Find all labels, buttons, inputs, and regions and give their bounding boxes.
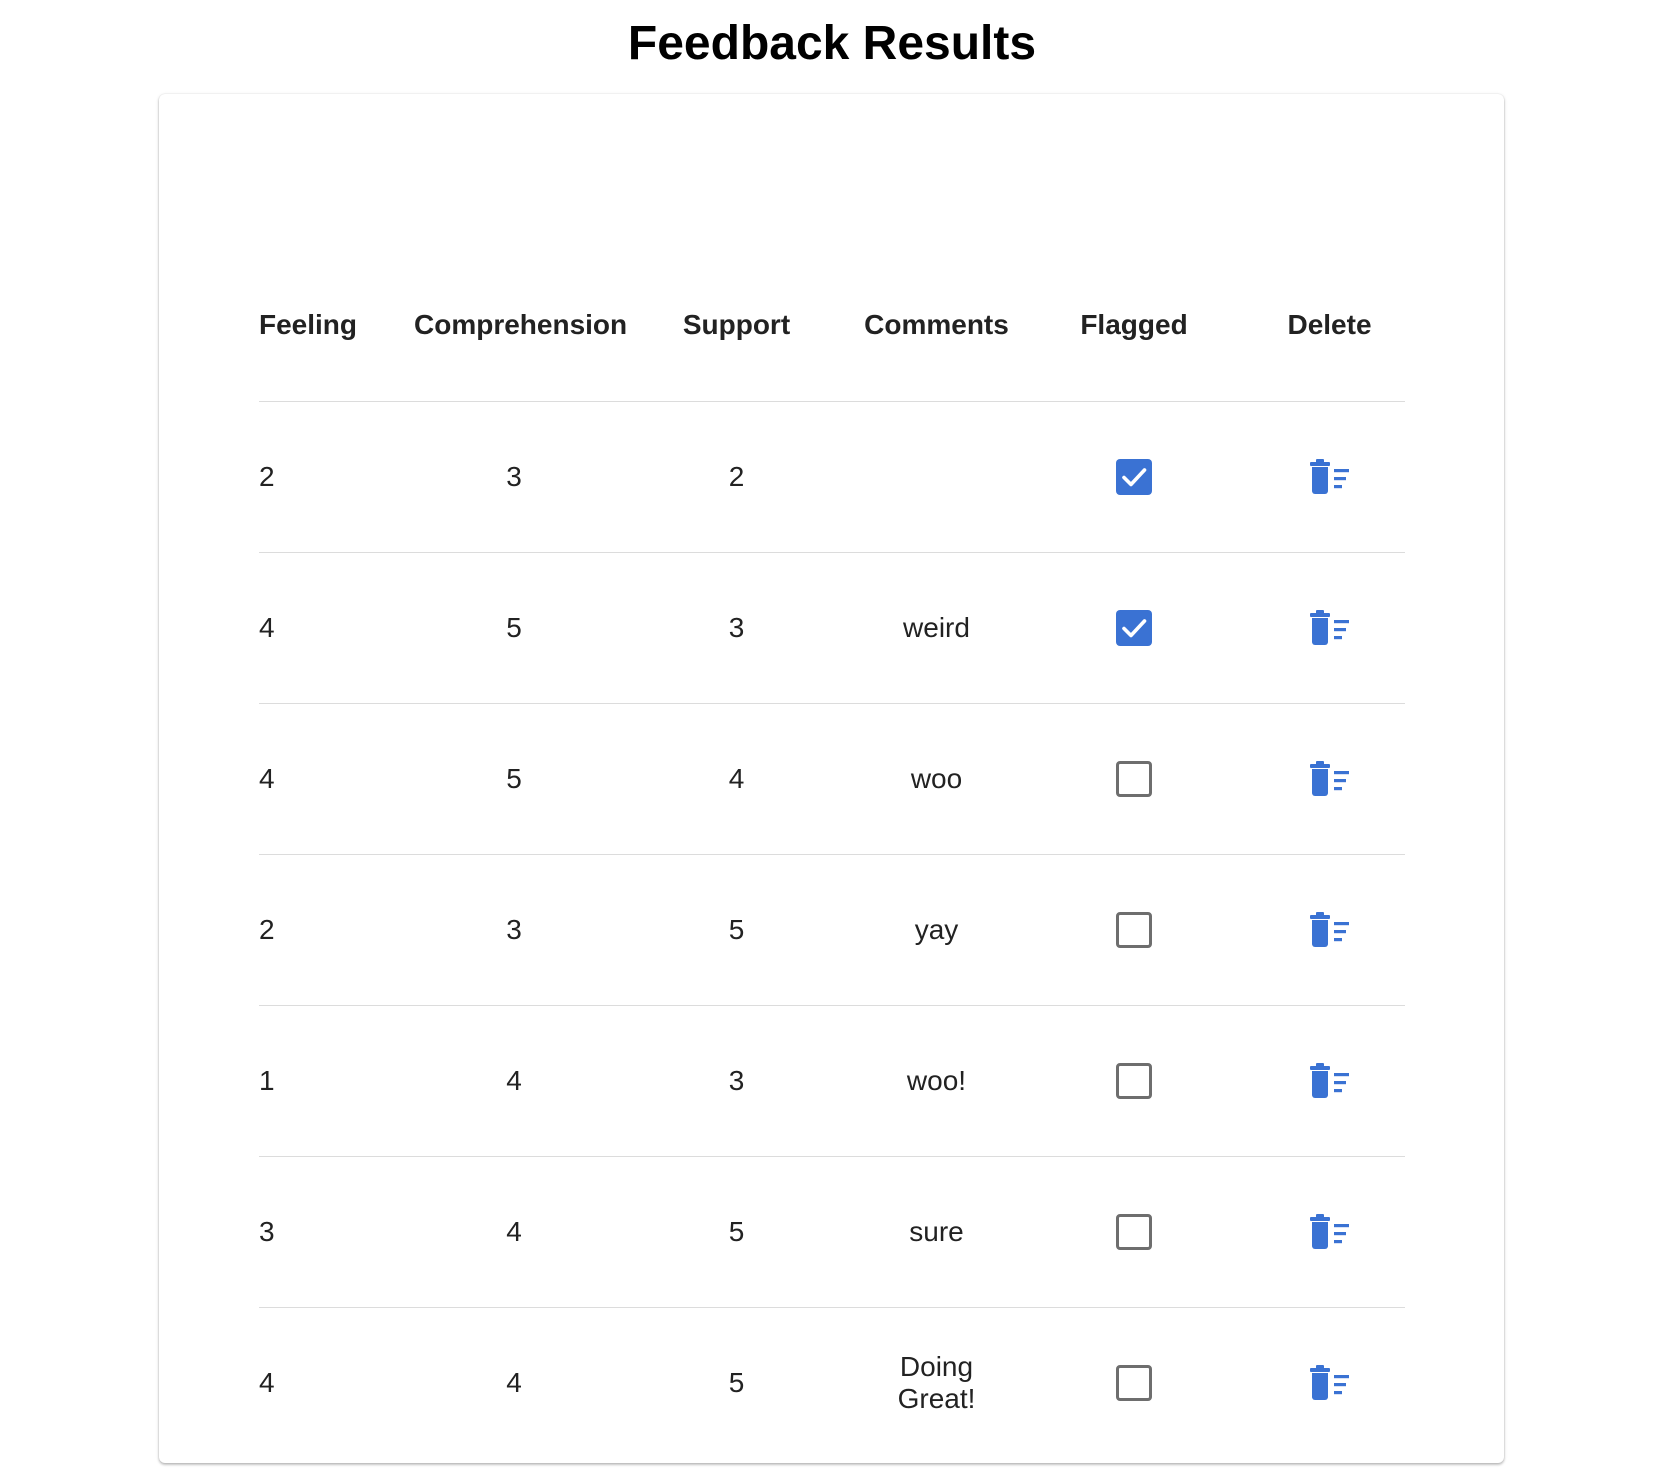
table-row: 3 4 5 sure [259,1156,1405,1308]
flagged-checkbox[interactable] [1116,1214,1152,1250]
delete-cell [1254,552,1405,704]
flagged-checkbox[interactable] [1116,761,1152,797]
header-comprehension: Comprehension [414,249,627,402]
comments-cell [859,401,1014,553]
table-header: Feeling Comprehension Support Comments F… [259,249,1405,402]
delete-sweep-icon [1309,912,1349,947]
delete-cell [1254,703,1405,855]
delete-sweep-icon [1309,1063,1349,1098]
delete-sweep-icon [1309,1214,1349,1249]
feeling-cell: 4 [259,703,414,855]
flagged-checkbox[interactable] [1116,610,1152,646]
feeling-cell: 4 [259,1367,275,1398]
header-feeling: Feeling [259,249,414,402]
header-delete: Delete [1254,249,1405,402]
feedback-table: Feeling Comprehension Support Comments F… [259,249,1405,1458]
delete-button[interactable] [1308,1063,1352,1099]
comprehension-cell: 3 [414,854,614,1006]
header-comments: Comments [859,249,1014,402]
flagged-cell [1014,1308,1254,1459]
flagged-cell [1014,552,1254,704]
flagged-cell [1014,854,1254,1006]
feeling-cell: 2 [259,854,414,1006]
flagged-cell [1014,401,1254,553]
comments-cell: sure [859,1156,1014,1308]
delete-button[interactable] [1308,610,1352,646]
delete-button[interactable] [1308,1214,1352,1250]
comprehension-cell: 3 [414,401,614,553]
flagged-checkbox[interactable] [1116,459,1152,495]
comprehension-cell: 5 [414,703,614,855]
checkmark-icon [1122,619,1147,638]
comprehension-cell: 4 [506,1367,522,1398]
flagged-checkbox[interactable] [1116,1063,1152,1099]
flagged-cell [1014,703,1254,855]
table-body: 2 3 2 4 5 3 weird 4 5 4 woo 2 3 5 yay 1 … [259,401,1405,1459]
header-row: Feeling Comprehension Support Comments F… [259,249,1405,402]
delete-cell [1254,1156,1405,1308]
table-row: 2 3 2 [259,401,1405,553]
delete-sweep-icon [1309,459,1349,494]
table-row: 2 3 5 yay [259,854,1405,1006]
results-card: Feeling Comprehension Support Comments F… [159,94,1504,1463]
delete-sweep-icon [1309,1365,1349,1400]
comments-cell: Doing Great! [897,1351,976,1414]
table-row: 4 5 3 weird [259,552,1405,704]
comprehension-cell: 4 [414,1156,614,1308]
comments-cell: woo [859,703,1014,855]
comments-cell: woo! [859,1005,1014,1157]
delete-sweep-icon [1309,610,1349,645]
header-flagged: Flagged [1014,249,1254,402]
table-row: 1 4 3 woo! [259,1005,1405,1157]
table-row: 4 4 5 Doing Great! [259,1308,1405,1459]
comments-cell: weird [859,552,1014,704]
comprehension-cell: 5 [414,552,614,704]
comprehension-cell: 4 [414,1005,614,1157]
header-support: Support [614,249,859,402]
support-cell: 5 [614,1156,859,1308]
delete-button[interactable] [1308,761,1352,797]
support-cell: 5 [614,854,859,1006]
support-cell: 5 [728,1367,745,1398]
support-cell: 3 [614,552,859,704]
delete-button[interactable] [1308,912,1352,948]
table-row: 4 5 4 woo [259,703,1405,855]
feeling-cell: 1 [259,1005,414,1157]
checkmark-icon [1122,468,1147,487]
flagged-cell [1014,1005,1254,1157]
flagged-checkbox[interactable] [1116,1365,1152,1401]
feeling-cell: 2 [259,401,414,553]
delete-button[interactable] [1308,1365,1352,1401]
support-cell: 2 [614,401,859,553]
feeling-cell: 3 [259,1156,414,1308]
support-cell: 3 [614,1005,859,1157]
feeling-cell: 4 [259,552,414,704]
delete-cell [1254,1005,1405,1157]
flagged-cell [1014,1156,1254,1308]
delete-cell [1254,401,1405,553]
flagged-checkbox[interactable] [1116,912,1152,948]
delete-sweep-icon [1309,761,1349,796]
delete-cell [1254,854,1405,1006]
comments-cell: yay [859,854,1014,1006]
delete-button[interactable] [1308,459,1352,495]
page-title: Feedback Results [627,17,1037,70]
delete-cell [1254,1308,1405,1459]
support-cell: 4 [614,703,859,855]
